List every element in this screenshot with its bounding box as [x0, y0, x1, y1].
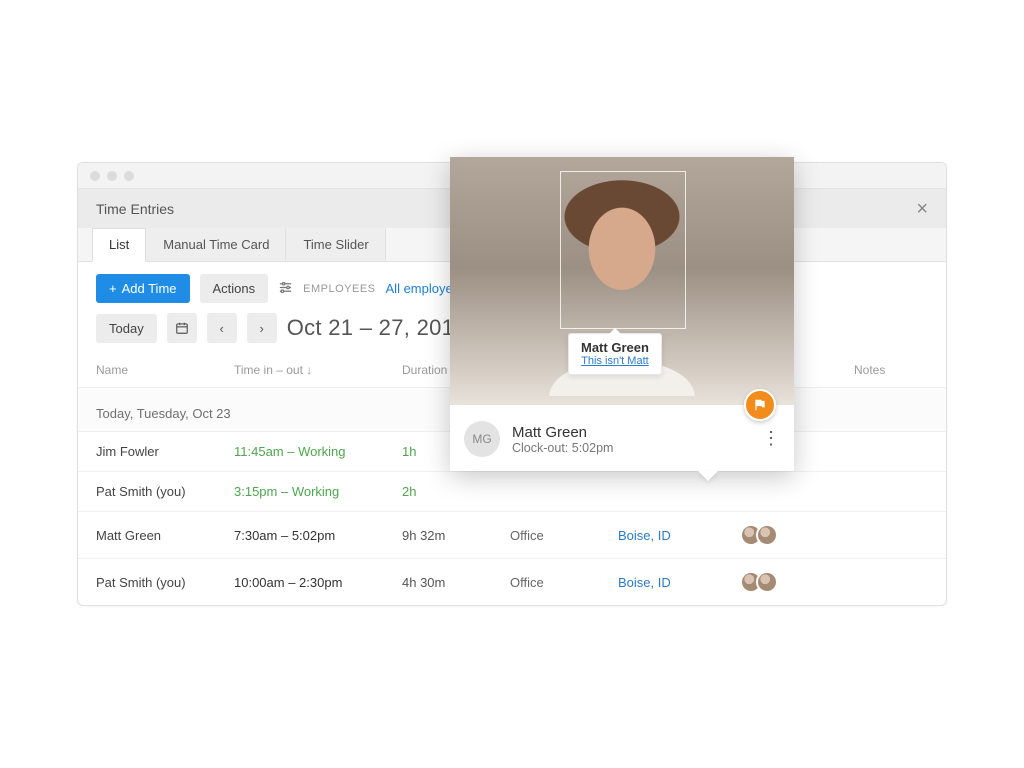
- col-notes[interactable]: Notes: [854, 363, 928, 377]
- traffic-light-zoom[interactable]: [124, 171, 134, 181]
- date-range: Oct 21 – 27, 2019: [287, 315, 467, 341]
- calendar-icon[interactable]: [167, 313, 197, 343]
- cell-time: 11:45am – Working: [234, 444, 394, 459]
- not-this-person-link[interactable]: This isn't Matt: [581, 355, 649, 367]
- cell-name: Pat Smith (you): [96, 575, 226, 590]
- face-detection-box: [560, 171, 686, 329]
- popover-footer: MG Matt Green Clock-out: 5:02pm ⋮: [450, 405, 794, 471]
- col-time[interactable]: Time in – out ↓: [234, 363, 394, 377]
- more-menu-icon[interactable]: ⋮: [762, 435, 780, 442]
- flag-icon[interactable]: [744, 389, 776, 421]
- photo-verification-popover: Matt Green This isn't Matt MG Matt Green…: [450, 157, 794, 471]
- cell-duration: 4h 30m: [402, 575, 502, 590]
- add-time-label: Add Time: [122, 281, 177, 296]
- cell-city-link[interactable]: Boise, ID: [618, 528, 738, 543]
- photo-thumbnails[interactable]: [746, 571, 846, 593]
- tab-time-slider[interactable]: Time Slider: [286, 228, 385, 261]
- add-time-button[interactable]: + Add Time: [96, 274, 190, 303]
- cell-name: Pat Smith (you): [96, 484, 226, 499]
- photo-thumb-icon[interactable]: [756, 524, 778, 546]
- popover-clock-info: Clock-out: 5:02pm: [512, 441, 613, 455]
- plus-icon: +: [109, 281, 117, 296]
- tooltip-name: Matt Green: [581, 340, 649, 355]
- prev-week-button[interactable]: ‹: [207, 313, 237, 343]
- sliders-icon[interactable]: [278, 280, 293, 298]
- cell-time: 3:15pm – Working: [234, 484, 394, 499]
- photo-thumbnails[interactable]: [746, 524, 846, 546]
- table-row[interactable]: Pat Smith (you) 3:15pm – Working 2h: [78, 472, 946, 512]
- cell-duration: 2h: [402, 484, 502, 499]
- clock-photo: Matt Green This isn't Matt: [450, 157, 794, 405]
- next-week-button[interactable]: ›: [247, 313, 277, 343]
- cell-duration: 9h 32m: [402, 528, 502, 543]
- cell-name: Jim Fowler: [96, 444, 226, 459]
- cell-time: 10:00am – 2:30pm: [234, 575, 394, 590]
- tab-list[interactable]: List: [92, 228, 146, 262]
- today-button[interactable]: Today: [96, 314, 157, 343]
- col-name[interactable]: Name: [96, 363, 226, 377]
- tab-manual-time-card[interactable]: Manual Time Card: [146, 228, 286, 261]
- employees-label: EMPLOYEES: [303, 283, 375, 295]
- table-row[interactable]: Matt Green 7:30am – 5:02pm 9h 32m Office…: [78, 512, 946, 559]
- avatar: MG: [464, 421, 500, 457]
- actions-button[interactable]: Actions: [200, 274, 269, 303]
- cell-location: Office: [510, 528, 610, 543]
- close-icon[interactable]: ×: [916, 199, 928, 219]
- cell-time: 7:30am – 5:02pm: [234, 528, 394, 543]
- cell-location: Office: [510, 575, 610, 590]
- cell-name: Matt Green: [96, 528, 226, 543]
- cell-city-link[interactable]: Boise, ID: [618, 575, 738, 590]
- photo-thumb-icon[interactable]: [756, 571, 778, 593]
- page-title: Time Entries: [96, 201, 174, 217]
- popover-name: Matt Green: [512, 424, 613, 441]
- face-tooltip: Matt Green This isn't Matt: [568, 333, 662, 375]
- table-row[interactable]: Pat Smith (you) 10:00am – 2:30pm 4h 30m …: [78, 559, 946, 605]
- traffic-light-minimize[interactable]: [107, 171, 117, 181]
- traffic-light-close[interactable]: [90, 171, 100, 181]
- app-window: Time Entries × List Manual Time Card Tim…: [77, 162, 947, 606]
